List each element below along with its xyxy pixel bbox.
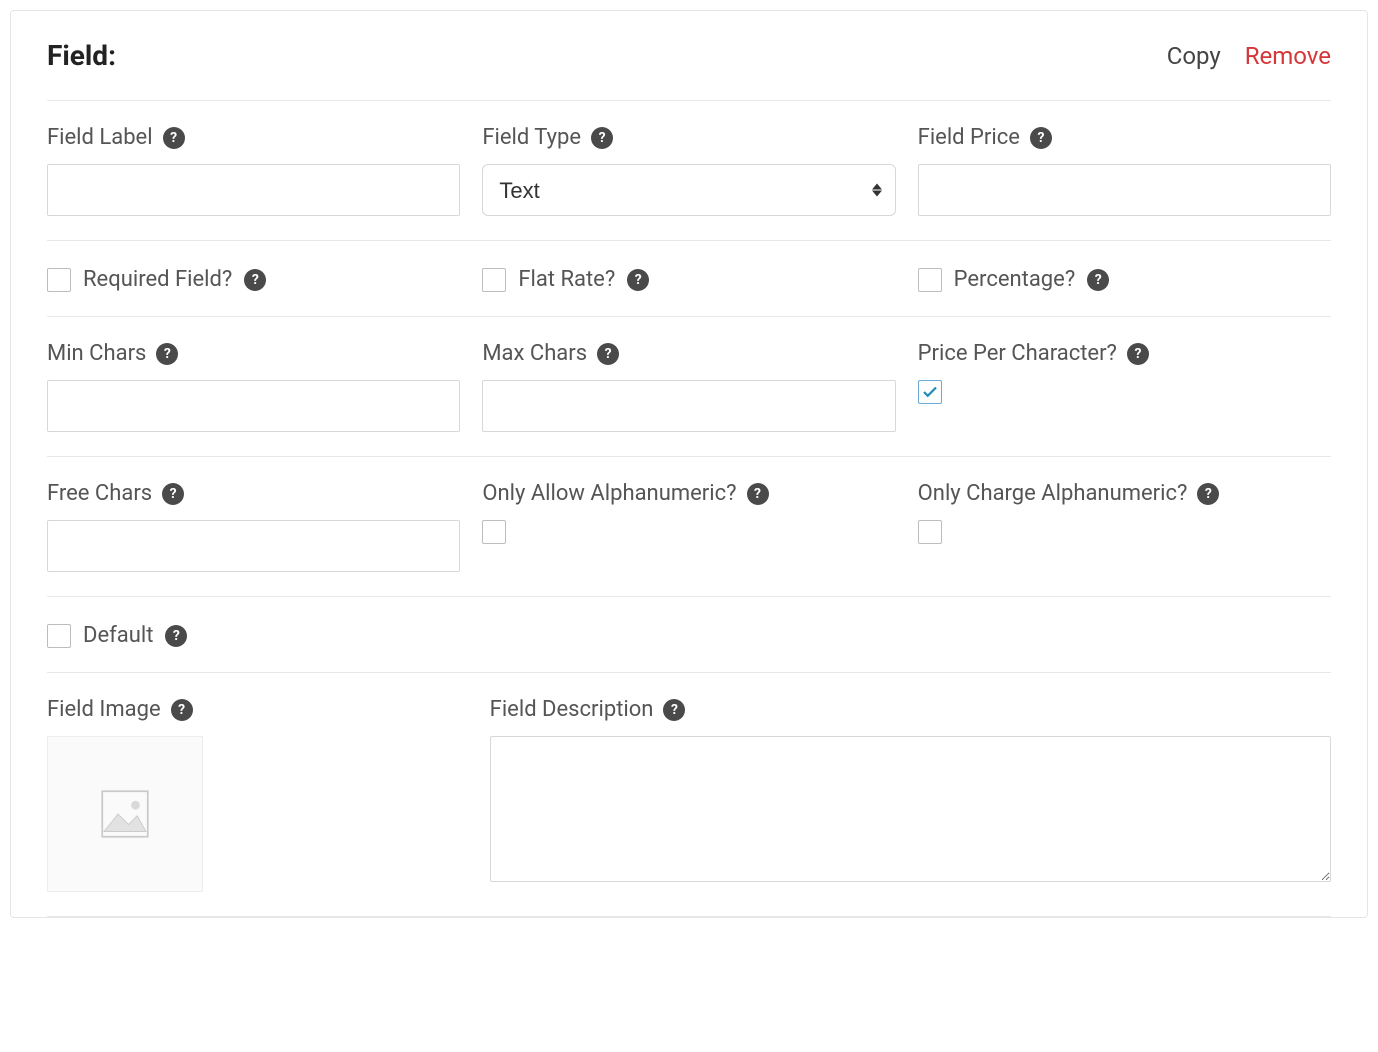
only-charge-alpha-label: Only Charge Alphanumeric? ? — [918, 481, 1331, 506]
help-icon[interactable]: ? — [627, 269, 649, 291]
field-description-label: Field Description ? — [490, 697, 1331, 722]
col-field-type: Field Type ? Text — [482, 125, 895, 216]
col-field-price: Field Price ? — [918, 125, 1331, 216]
label-text: Field Description — [490, 697, 654, 722]
col-field-description: Field Description ? — [490, 697, 1331, 892]
col-field-image: Field Image ? — [47, 697, 468, 892]
col-price-per-char: Price Per Character? ? — [918, 341, 1331, 432]
required-field-control: Required Field? ? — [47, 267, 460, 292]
field-label-label: Field Label ? — [47, 125, 460, 150]
row-default: Default ? — [47, 597, 1331, 673]
label-text: Field Type — [482, 125, 581, 150]
help-icon[interactable]: ? — [165, 625, 187, 647]
col-min-chars: Min Chars ? — [47, 341, 460, 432]
label-text: Price Per Character? — [918, 341, 1117, 366]
help-icon[interactable]: ? — [1087, 269, 1109, 291]
col-required: Required Field? ? — [47, 265, 460, 292]
flat-rate-control: Flat Rate? ? — [482, 267, 895, 292]
label-text: Flat Rate? — [518, 267, 615, 292]
copy-button[interactable]: Copy — [1167, 42, 1221, 70]
row-alpha: Free Chars ? Only Allow Alphanumeric? ? … — [47, 457, 1331, 597]
help-icon[interactable]: ? — [747, 483, 769, 505]
field-label-input[interactable] — [47, 164, 460, 216]
row-basic: Field Label ? Field Type ? Text Field Pr… — [47, 101, 1331, 241]
field-type-select-wrap: Text — [482, 164, 895, 216]
help-icon[interactable]: ? — [171, 699, 193, 721]
label-text: Field Label — [47, 125, 153, 150]
field-panel: Field: Copy Remove Field Label ? Field T… — [10, 10, 1368, 918]
col-percentage: Percentage? ? — [918, 265, 1331, 292]
label-text: Default — [83, 623, 153, 648]
label-text: Only Charge Alphanumeric? — [918, 481, 1188, 506]
field-type-select[interactable]: Text — [482, 164, 895, 216]
default-control: Default ? — [47, 623, 1331, 648]
free-chars-label: Free Chars ? — [47, 481, 460, 506]
field-image-label: Field Image ? — [47, 697, 468, 722]
field-description-textarea[interactable] — [490, 736, 1331, 882]
help-icon[interactable]: ? — [163, 127, 185, 149]
only-charge-alpha-checkbox[interactable] — [918, 520, 942, 544]
panel-header: Field: Copy Remove — [47, 39, 1331, 101]
help-icon[interactable]: ? — [162, 483, 184, 505]
required-field-checkbox[interactable] — [47, 268, 71, 292]
col-flat-rate: Flat Rate? ? — [482, 265, 895, 292]
field-price-input[interactable] — [918, 164, 1331, 216]
percentage-control: Percentage? ? — [918, 267, 1331, 292]
percentage-checkbox[interactable] — [918, 268, 942, 292]
row-image-desc: Field Image ? Field Description ? — [47, 673, 1331, 917]
remove-button[interactable]: Remove — [1245, 42, 1331, 70]
label-text: Free Chars — [47, 481, 152, 506]
col-default: Default ? — [47, 621, 1331, 648]
field-price-label: Field Price ? — [918, 125, 1331, 150]
panel-title: Field: — [47, 39, 116, 72]
label-text: Field Image — [47, 697, 161, 722]
col-only-allow-alpha: Only Allow Alphanumeric? ? — [482, 481, 895, 572]
field-type-label: Field Type ? — [482, 125, 895, 150]
label-text: Max Chars — [482, 341, 587, 366]
only-allow-alpha-label: Only Allow Alphanumeric? ? — [482, 481, 895, 506]
label-text: Min Chars — [47, 341, 146, 366]
help-icon[interactable]: ? — [1127, 343, 1149, 365]
default-checkbox[interactable] — [47, 624, 71, 648]
col-only-charge-alpha: Only Charge Alphanumeric? ? — [918, 481, 1331, 572]
panel-actions: Copy Remove — [1167, 42, 1331, 70]
col-max-chars: Max Chars ? — [482, 341, 895, 432]
help-icon[interactable]: ? — [663, 699, 685, 721]
row-chars: Min Chars ? Max Chars ? Price Per Charac… — [47, 317, 1331, 457]
label-text: Required Field? — [83, 267, 232, 292]
min-chars-label: Min Chars ? — [47, 341, 460, 366]
only-allow-alpha-checkbox[interactable] — [482, 520, 506, 544]
help-icon[interactable]: ? — [1030, 127, 1052, 149]
min-chars-input[interactable] — [47, 380, 460, 432]
label-text: Percentage? — [954, 267, 1076, 292]
image-placeholder-icon — [97, 786, 153, 842]
free-chars-input[interactable] — [47, 520, 460, 572]
price-per-char-checkbox[interactable] — [918, 380, 942, 404]
label-text: Field Price — [918, 125, 1020, 150]
field-image-upload[interactable] — [47, 736, 203, 892]
col-free-chars: Free Chars ? — [47, 481, 460, 572]
max-chars-input[interactable] — [482, 380, 895, 432]
help-icon[interactable]: ? — [244, 269, 266, 291]
help-icon[interactable]: ? — [591, 127, 613, 149]
col-field-label: Field Label ? — [47, 125, 460, 216]
flat-rate-checkbox[interactable] — [482, 268, 506, 292]
row-flags: Required Field? ? Flat Rate? ? Percentag… — [47, 241, 1331, 317]
max-chars-label: Max Chars ? — [482, 341, 895, 366]
price-per-char-label: Price Per Character? ? — [918, 341, 1331, 366]
label-text: Only Allow Alphanumeric? — [482, 481, 736, 506]
help-icon[interactable]: ? — [597, 343, 619, 365]
help-icon[interactable]: ? — [156, 343, 178, 365]
help-icon[interactable]: ? — [1197, 483, 1219, 505]
